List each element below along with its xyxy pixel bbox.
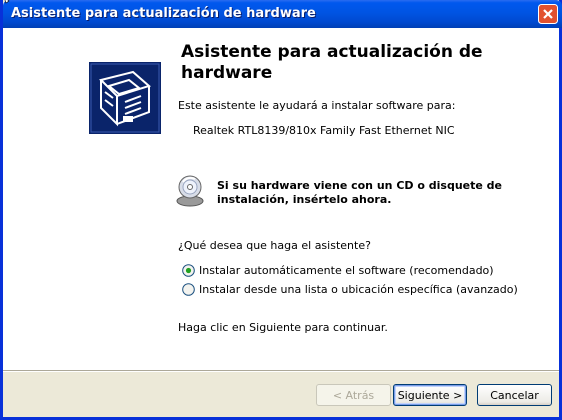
cd-disc-icon <box>176 175 204 207</box>
cd-notice-line1: Si su hardware viene con un CD o disquet… <box>217 179 502 192</box>
radio-advanced-label[interactable]: Instalar desde una lista o ubicación esp… <box>199 283 518 296</box>
window-title: Asistente para actualización de hardware <box>11 6 316 21</box>
radio-advanced[interactable] <box>182 283 195 296</box>
title-bar[interactable]: Asistente para actualización de hardware <box>3 0 562 28</box>
wizard-content: Asistente para actualización de hardware… <box>163 28 559 370</box>
next-button[interactable]: Siguiente > <box>393 384 467 406</box>
question-text: ¿Qué desea que haga el asistente? <box>178 239 371 252</box>
cancel-button[interactable]: Cancelar <box>477 384 552 406</box>
device-name: Realtek RTL8139/810x Family Fast Etherne… <box>193 124 455 137</box>
continue-hint: Haga clic en Siguiente para continuar. <box>178 321 388 334</box>
radio-automatic-label[interactable]: Instalar automáticamente el software (re… <box>199 264 494 277</box>
page-title: Asistente para actualización de hardware <box>181 42 483 83</box>
cd-notice-line2: instalación, insértelo ahora. <box>217 193 392 206</box>
intro-text: Este asistente le ayudará a instalar sof… <box>178 99 456 112</box>
wizard-side-panel <box>3 28 163 370</box>
close-icon[interactable] <box>538 4 558 24</box>
back-button[interactable]: < Atrás <box>316 384 391 406</box>
button-separator <box>3 370 559 372</box>
hardware-card-icon <box>89 62 161 134</box>
wizard-window: Asistente para actualización de hardware… <box>0 0 562 420</box>
radio-automatic[interactable] <box>182 264 195 277</box>
